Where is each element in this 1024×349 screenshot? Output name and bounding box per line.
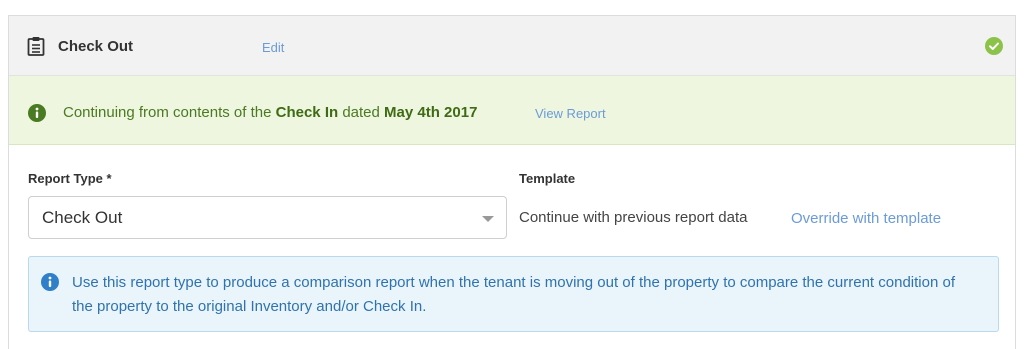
check-out-panel: Check Out Edit Continuing from contents …	[8, 15, 1016, 349]
view-report-link[interactable]: View Report	[535, 106, 606, 121]
report-type-select[interactable]: Check Out	[28, 196, 507, 239]
info-icon	[41, 273, 59, 291]
report-type-label: Report Type *	[28, 171, 112, 186]
info-icon	[28, 104, 46, 122]
panel-header: Check Out Edit	[9, 16, 1015, 76]
template-label: Template	[519, 171, 576, 186]
chevron-down-icon	[482, 216, 494, 222]
report-type-info-notice: Use this report type to produce a compar…	[28, 256, 999, 332]
continuing-notice: Continuing from contents of the Check In…	[9, 76, 1015, 145]
edit-link[interactable]: Edit	[262, 40, 284, 55]
source-report-date: May 4th 2017	[384, 104, 478, 121]
clipboard-icon	[27, 37, 45, 56]
report-type-value: Check Out	[42, 208, 123, 227]
template-value: Continue with previous report data	[519, 209, 748, 226]
report-type-info-text: Use this report type to produce a compar…	[72, 274, 955, 315]
override-template-link[interactable]: Override with template	[791, 210, 941, 227]
panel-title: Check Out	[58, 38, 134, 55]
continuing-notice-text: Continuing from contents of the Check In…	[63, 104, 478, 121]
source-report-name: Check In	[275, 104, 339, 121]
check-circle-icon	[985, 37, 1003, 55]
